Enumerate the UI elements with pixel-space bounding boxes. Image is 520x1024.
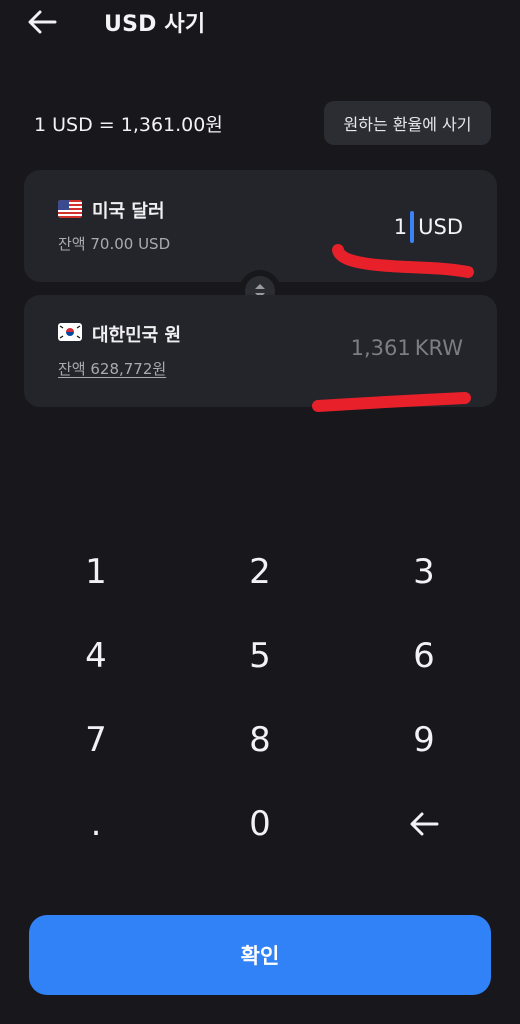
key-3[interactable]: 3: [342, 530, 506, 614]
from-currency-card[interactable]: 미국 달러 잔액 70.00 USD 1 USD: [24, 170, 497, 282]
to-currency-balance-link[interactable]: 잔액 628,772원: [58, 358, 166, 379]
custom-rate-buy-button[interactable]: 원하는 환율에 사기: [324, 101, 491, 145]
from-currency-name: 미국 달러: [92, 201, 165, 222]
key-4[interactable]: 4: [14, 614, 178, 698]
confirm-button[interactable]: 확인: [29, 915, 491, 995]
text-cursor: [410, 211, 415, 243]
kr-flag-icon: [58, 323, 82, 341]
from-amount-value: 1: [393, 215, 408, 239]
arrow-left-icon: [28, 10, 57, 34]
backspace-arrow-icon: [410, 812, 439, 836]
to-currency-card[interactable]: 대한민국 원 잔액 628,772원 1,361 KRW: [24, 295, 497, 407]
key-1[interactable]: 1: [14, 530, 178, 614]
header: USD 사기: [0, 0, 520, 44]
key-decimal[interactable]: .: [14, 782, 178, 866]
key-0[interactable]: 0: [178, 782, 342, 866]
to-amount-unit: KRW: [414, 336, 463, 360]
exchange-rate-text: 1 USD = 1,361.00원: [34, 114, 223, 136]
key-6[interactable]: 6: [342, 614, 506, 698]
from-amount-display[interactable]: 1 USD: [394, 211, 463, 243]
us-flag-icon: [58, 200, 82, 218]
screen: USD 사기 1 USD = 1,361.00원 원하는 환율에 사기 미국 달…: [0, 0, 520, 1024]
back-button[interactable]: [22, 2, 62, 42]
to-amount-value: 1,361: [350, 336, 411, 360]
page-title: USD 사기: [104, 12, 206, 37]
number-keypad: 1 2 3 4 5 6 7 8 9 . 0: [14, 530, 506, 866]
key-2[interactable]: 2: [178, 530, 342, 614]
key-8[interactable]: 8: [178, 698, 342, 782]
from-currency-balance: 잔액 70.00 USD: [58, 235, 171, 253]
from-amount-unit: USD: [418, 215, 463, 239]
backspace-key[interactable]: [342, 782, 506, 866]
to-currency-name: 대한민국 원: [92, 325, 182, 346]
key-7[interactable]: 7: [14, 698, 178, 782]
key-9[interactable]: 9: [342, 698, 506, 782]
key-5[interactable]: 5: [178, 614, 342, 698]
to-amount-display: 1,361 KRW: [351, 336, 463, 360]
